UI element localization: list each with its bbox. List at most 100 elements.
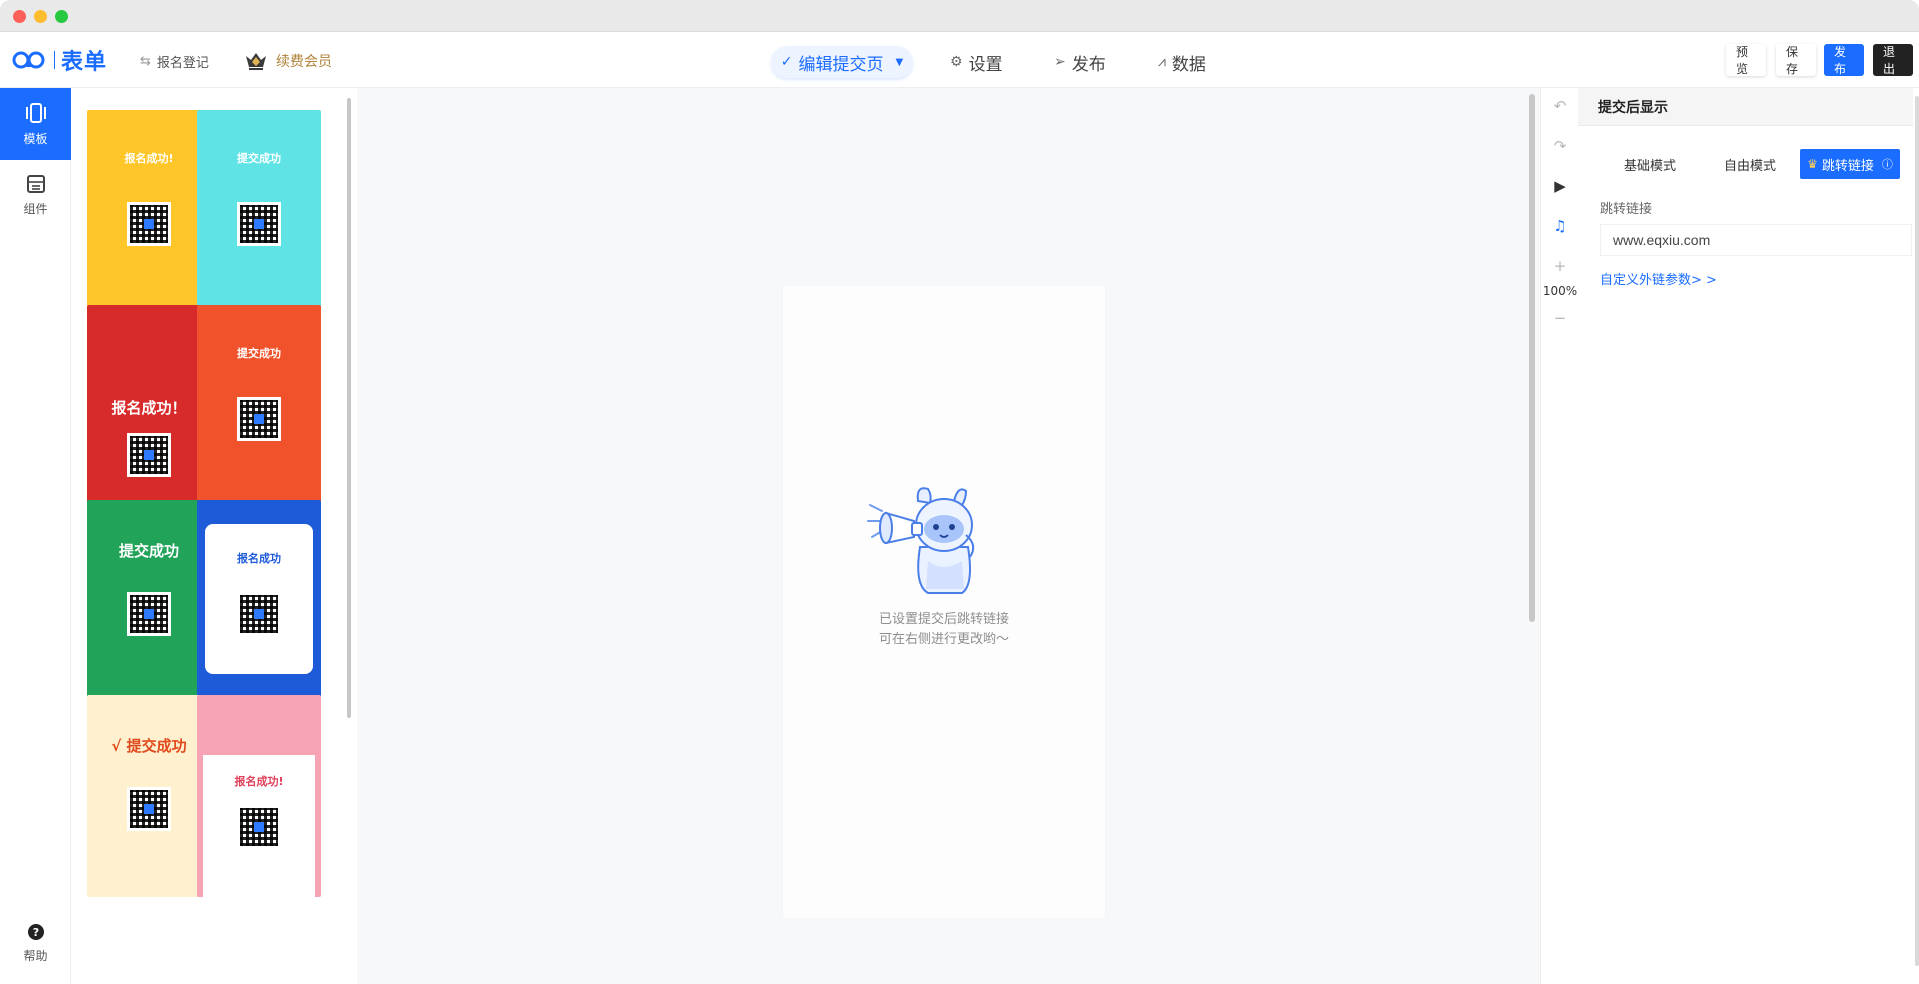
custom-link-params-link[interactable]: 自定义外链参数> > xyxy=(1600,269,1717,288)
qr-code xyxy=(237,592,281,636)
template-icon xyxy=(25,102,46,123)
qr-code xyxy=(237,202,281,246)
renew-vip-button[interactable]: 续费会员 xyxy=(244,46,332,76)
template-thumbnail-title: 报名成功 xyxy=(237,552,281,565)
template-panel: 报名成功!安全教育日活动报名提交成功蔡蓁美烈活动登记报名成功！招贤纳士登记提交成… xyxy=(71,88,357,984)
maximize-window-button[interactable] xyxy=(55,10,68,23)
nav-data-label: 数据 xyxy=(1171,54,1206,75)
canvas-tools: ↶ ↷ ▶ ♫ + 100% − xyxy=(1540,88,1578,984)
template-thumbnail: 提交成功 xyxy=(87,500,211,702)
minus-icon: − xyxy=(1553,309,1567,327)
logo-divider xyxy=(54,51,55,69)
properties-panel-scrollbar[interactable] xyxy=(1915,96,1919,966)
zoom-out-button[interactable]: − xyxy=(1541,304,1579,332)
question-icon[interactable]: ⓘ xyxy=(1882,156,1893,172)
template-thumbnail: 提交成功 xyxy=(197,305,321,507)
minimize-window-button[interactable] xyxy=(34,10,47,23)
left-rail: 模板 组件 ? 帮助 xyxy=(0,88,71,984)
components-icon xyxy=(26,174,45,193)
help-icon: ? xyxy=(27,923,44,940)
template-thumbnail: 报名成功! xyxy=(87,110,211,312)
music-button[interactable]: ♫ xyxy=(1541,212,1579,240)
mode-tab-redirect-link-label: 跳转链接 xyxy=(1821,158,1874,174)
redirect-hint-text: 已设置提交后跳转链接 可在右侧进行更改哟～ xyxy=(783,610,1105,650)
close-window-button[interactable] xyxy=(13,10,26,23)
play-icon: ▶ xyxy=(1554,177,1566,195)
rail-item-components-label: 组件 xyxy=(23,201,48,216)
rail-item-help[interactable]: ? 帮助 xyxy=(0,908,71,978)
plus-icon: + xyxy=(1553,257,1567,275)
undo-icon: ↶ xyxy=(1553,97,1567,115)
canvas-area: 已设置提交后跳转链接 可在右侧进行更改哟～ xyxy=(357,88,1535,984)
undo-button[interactable]: ↶ xyxy=(1541,92,1579,120)
display-mode-tabs: 基础模式 自由模式 ♛ 跳转链接 ⓘ xyxy=(1600,149,1900,179)
gear-icon: ⚙ xyxy=(950,54,963,70)
mode-tab-redirect-link[interactable]: ♛ 跳转链接 ⓘ xyxy=(1800,149,1900,179)
redirect-link-label: 跳转链接 xyxy=(1600,202,1653,217)
template-thumbnail: 报名成功! xyxy=(197,695,321,897)
qr-code xyxy=(127,202,171,246)
redo-button[interactable]: ↷ xyxy=(1541,132,1579,160)
logo-icon xyxy=(12,51,45,69)
template-card[interactable]: 报名成功! xyxy=(197,695,321,897)
canvas-scrollbar[interactable] xyxy=(1529,94,1535,622)
template-thumbnail-title: 提交成功 xyxy=(237,152,281,165)
rail-item-templates[interactable]: 模板 xyxy=(0,88,71,160)
qr-code xyxy=(127,592,171,636)
zoom-level: 100% xyxy=(1542,284,1578,298)
nav-publish-label: 发布 xyxy=(1071,54,1106,75)
template-thumbnail: 提交成功 xyxy=(197,110,321,312)
document-name[interactable]: ⇆ 报名登记 xyxy=(134,46,220,76)
check-circle-icon: ✓ xyxy=(780,54,793,70)
nav-settings[interactable]: ⚙ 设置 xyxy=(950,46,1003,78)
template-thumbnail-title: 报名成功! xyxy=(234,775,284,788)
template-thumbnail: √ 提交成功 xyxy=(87,695,211,897)
redo-icon: ↷ xyxy=(1553,137,1567,155)
redirect-hint-line-1: 已设置提交后跳转链接 xyxy=(878,612,1009,627)
vip-crown-icon xyxy=(246,53,266,70)
mode-tab-basic[interactable]: 基础模式 xyxy=(1600,149,1700,179)
template-thumbnail-title: √ 提交成功 xyxy=(111,737,187,755)
nav-publish[interactable]: ➢ 发布 xyxy=(1054,46,1106,78)
send-icon: ➢ xyxy=(1054,54,1066,70)
submit-page-canvas[interactable]: 已设置提交后跳转链接 可在右侧进行更改哟～ xyxy=(783,286,1105,918)
nav-edit-submit-page-label: 编辑提交页 xyxy=(798,54,884,75)
nav-settings-label: 设置 xyxy=(968,54,1003,75)
template-thumbnail: 报名成功！ xyxy=(87,305,211,507)
template-thumbnail: 报名成功 xyxy=(197,500,321,702)
panel-title: 提交后显示 xyxy=(1578,88,1913,126)
svg-text:?: ? xyxy=(32,926,38,939)
title-bar xyxy=(0,0,1919,32)
properties-panel: 提交后显示 基础模式 自由模式 ♛ 跳转链接 ⓘ 跳转链接 自定义外链参数> > xyxy=(1578,88,1919,984)
app-logo[interactable]: 表单 xyxy=(12,46,107,75)
music-icon: ♫ xyxy=(1553,217,1567,235)
exit-button[interactable]: 退出 xyxy=(1873,44,1913,76)
nav-data[interactable]: ⩘ 数据 xyxy=(1158,46,1206,78)
template-panel-scrollbar[interactable] xyxy=(347,98,351,718)
megaphone-mascot-illustration xyxy=(867,487,975,594)
redirect-hint-line-2: 可在右侧进行更改哟～ xyxy=(878,632,1009,647)
publish-button[interactable]: 发布 xyxy=(1824,44,1864,76)
template-thumbnail-title: 报名成功! xyxy=(124,152,174,165)
qr-code xyxy=(237,805,281,849)
redirect-url-input[interactable] xyxy=(1600,224,1912,256)
template-thumbnail-title: 报名成功！ xyxy=(111,399,187,417)
rail-item-help-label: 帮助 xyxy=(23,948,48,963)
preview-button[interactable]: 预览 xyxy=(1726,44,1766,76)
document-name-label: 报名登记 xyxy=(156,55,209,71)
mode-tab-free[interactable]: 自由模式 xyxy=(1700,149,1800,179)
crown-icon: ♛ xyxy=(1807,157,1818,171)
chart-icon: ⩘ xyxy=(1158,54,1166,70)
caret-down-icon: ▼ xyxy=(895,56,904,68)
template-card[interactable]: √ 提交成功 xyxy=(87,695,211,897)
nav-edit-submit-page[interactable]: ✓ 编辑提交页 ▼ xyxy=(771,46,913,78)
renew-vip-label: 续费会员 xyxy=(276,54,332,70)
play-button[interactable]: ▶ xyxy=(1541,172,1579,200)
swap-icon: ⇆ xyxy=(140,53,151,69)
zoom-in-button[interactable]: + xyxy=(1541,252,1579,280)
app-window: 表单 ⇆ 报名登记 续费会员 ✓ 编辑提交页 ▼ ⚙ 设置 ➢ 发布 ⩘ 数据 … xyxy=(0,0,1919,984)
rail-item-components[interactable]: 组件 xyxy=(0,160,71,230)
save-button[interactable]: 保存 xyxy=(1776,44,1816,76)
qr-code xyxy=(127,433,171,477)
top-bar: 表单 ⇆ 报名登记 续费会员 ✓ 编辑提交页 ▼ ⚙ 设置 ➢ 发布 ⩘ 数据 … xyxy=(0,32,1919,88)
